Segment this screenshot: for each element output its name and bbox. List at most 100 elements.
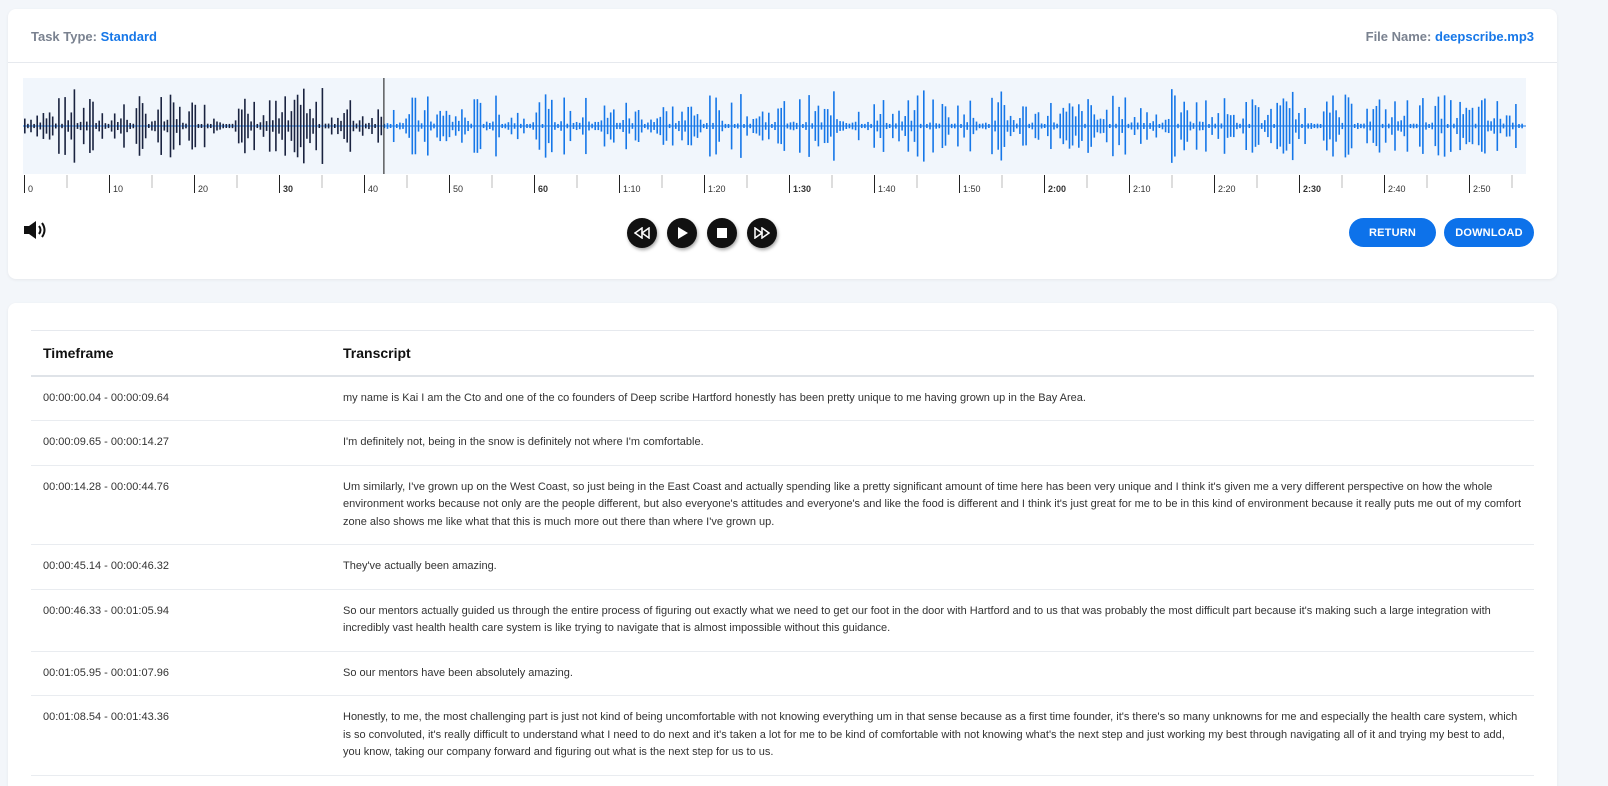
timeline-tick-label: 40 — [368, 184, 378, 194]
waveform-bar — [30, 119, 32, 133]
waveform-bar — [1357, 122, 1359, 130]
waveform-canvas[interactable] — [23, 78, 1526, 174]
waveform-bar — [210, 123, 212, 129]
waveform-bar — [1437, 96, 1440, 156]
transcript-cell: my name is Kai I am the Cto and one of t… — [331, 375, 1534, 421]
table-row[interactable]: 00:00:45.14 - 00:00:46.32 They've actuall… — [31, 544, 1534, 590]
timeline-minor-tick — [831, 175, 833, 188]
timeline-tick-label: 1:40 — [878, 184, 896, 194]
waveform-bar — [684, 120, 686, 132]
table-row[interactable]: 00:00:00.04 - 00:00:09.64 my name is Kai … — [31, 375, 1534, 421]
waveform-bar — [470, 123, 472, 129]
waveform-bar — [572, 122, 575, 130]
waveform-bar — [1462, 114, 1464, 138]
waveform-bar — [27, 123, 29, 129]
waveform-bar — [740, 94, 742, 158]
waveform-bar — [656, 118, 658, 134]
play-button[interactable] — [667, 218, 697, 248]
download-button[interactable]: DOWNLOAD — [1444, 218, 1534, 247]
waveform-bar — [293, 99, 296, 153]
waveform-bar — [1136, 122, 1139, 130]
waveform-bar — [1403, 115, 1406, 137]
waveform-bar — [1022, 106, 1024, 146]
waveform-bar — [1291, 91, 1294, 161]
waveform-bar — [873, 104, 875, 148]
speaker-icon[interactable] — [22, 219, 50, 241]
waveform-bar — [1068, 103, 1071, 149]
timeframe-cell: 00:00:14.28 - 00:00:44.76 — [31, 465, 331, 545]
waveform-bar — [1295, 119, 1297, 133]
waveform-bar — [839, 121, 841, 131]
waveform-bar — [631, 123, 634, 129]
waveform-bar — [752, 118, 755, 134]
waveform-bar — [597, 121, 600, 131]
waveform-bar — [972, 117, 975, 135]
waveform-bar — [727, 123, 730, 129]
waveform-bar — [665, 111, 668, 141]
timeline-minor-tick — [576, 175, 578, 188]
waveform[interactable] — [23, 78, 1526, 174]
playhead[interactable] — [383, 78, 385, 174]
fast-forward-icon — [754, 227, 770, 239]
fast-forward-button[interactable] — [747, 218, 777, 248]
waveform-bar — [321, 88, 324, 164]
waveform-bar — [303, 88, 305, 164]
table-row[interactable]: 00:01:05.95 - 00:01:07.96 So our mentors … — [31, 651, 1534, 696]
waveform-bar — [352, 120, 355, 132]
waveform-bar — [61, 123, 63, 129]
timeline-tick — [619, 175, 620, 193]
waveform-bar — [420, 123, 423, 129]
waveform-bar — [1481, 100, 1483, 152]
waveform-bar — [349, 100, 352, 152]
waveform-bar — [1459, 101, 1461, 151]
waveform-bar — [907, 100, 910, 152]
waveform-bar — [368, 122, 370, 130]
waveform-bar — [1034, 113, 1037, 139]
waveform-bar — [433, 123, 435, 129]
waveform-bar — [498, 114, 500, 138]
waveform-bar — [1419, 105, 1421, 147]
waveform-bar — [1105, 109, 1108, 143]
file-name-value: deepscribe.mp3 — [1435, 29, 1534, 44]
table-row[interactable]: 00:00:09.65 - 00:00:14.27 I'm definitely … — [31, 420, 1534, 466]
timeline-ruler[interactable]: 0 10 20 30 40 50 60 1:10 1:20 1:30 1:40 1:50 2:00 2:1… — [23, 175, 1526, 199]
stop-button[interactable] — [707, 218, 737, 248]
table-row[interactable]: 00:00:14.28 - 00:00:44.76 Um similarly, I… — [31, 465, 1534, 545]
waveform-bar — [1298, 112, 1300, 140]
waveform-bar — [197, 123, 200, 129]
waveform-bar — [340, 120, 342, 132]
table-row[interactable]: 00:01:08.54 - 00:01:43.36 Honestly, to me… — [31, 695, 1534, 776]
waveform-bar — [1508, 115, 1511, 137]
waveform-bar — [1109, 123, 1111, 129]
waveform-bar — [960, 123, 962, 129]
waveform-bar — [1205, 100, 1207, 152]
waveform-bar — [817, 105, 820, 147]
waveform-bar — [309, 108, 311, 144]
waveform-bar — [1223, 98, 1226, 154]
waveform-bar — [1065, 111, 1068, 141]
waveform-bar — [1304, 107, 1306, 145]
waveform-bar — [1279, 105, 1282, 147]
table-row[interactable]: 00:00:46.33 - 00:01:05.94 So our mentors … — [31, 589, 1534, 652]
waveform-bar — [1341, 122, 1344, 130]
waveform-bar — [1053, 122, 1055, 130]
waveform-bar — [681, 111, 683, 141]
waveform-bar — [79, 121, 82, 131]
timeline-minor-tick — [661, 175, 663, 188]
waveform-bar — [1003, 105, 1006, 147]
waveform-bar — [237, 108, 240, 144]
waveform-bar — [1512, 122, 1514, 130]
waveform-bar — [1369, 121, 1371, 131]
waveform-bar — [842, 121, 844, 131]
timeline[interactable]: 0 10 20 30 40 50 60 1:10 1:20 1:30 1:40 1:50 2:00 2:1… — [23, 175, 1526, 199]
waveform-bar — [1016, 123, 1018, 129]
return-button[interactable]: RETURN — [1349, 218, 1436, 247]
waveform-bar — [814, 111, 817, 141]
waveform-bar — [1152, 121, 1154, 131]
rewind-button[interactable] — [627, 218, 657, 248]
waveform-bar — [39, 122, 42, 130]
waveform-bar — [864, 123, 866, 129]
waveform-bar — [786, 123, 789, 129]
waveform-bar — [163, 121, 166, 131]
waveform-bar — [1260, 123, 1263, 129]
